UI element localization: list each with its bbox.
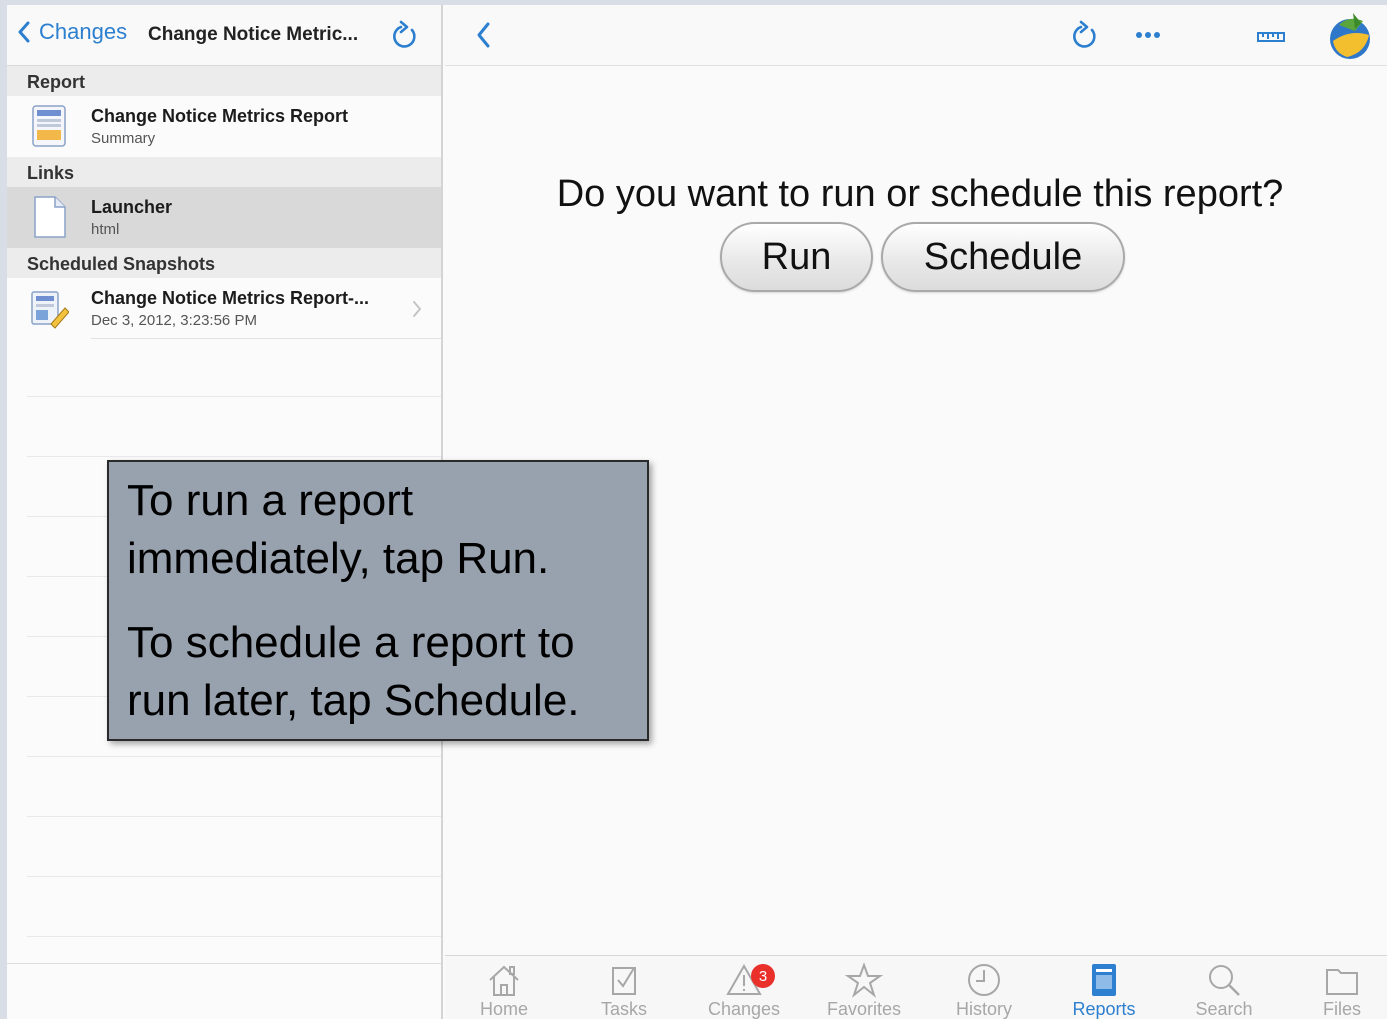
report-item-title: Change Notice Metrics Report — [91, 106, 349, 126]
clock-icon — [968, 964, 1000, 996]
refresh-icon[interactable] — [389, 19, 419, 51]
launcher-item-title: Launcher — [91, 197, 173, 217]
tab-tasks-label: Tasks — [600, 999, 647, 1019]
chevron-left-icon — [18, 21, 30, 43]
left-bottom-divider — [7, 963, 441, 964]
schedule-button[interactable]: Schedule — [881, 222, 1125, 292]
tab-history[interactable]: History — [929, 960, 1039, 1019]
tab-files[interactable]: Files — [1287, 960, 1387, 1019]
folder-icon — [1326, 969, 1358, 995]
star-icon — [844, 962, 884, 998]
snapshot-item-subtitle: Dec 3, 2012, 3:23:56 PM — [91, 312, 257, 329]
tab-reports-label: Reports — [1072, 999, 1136, 1019]
snapshot-report-icon — [31, 291, 69, 329]
run-or-schedule-prompt: Do you want to run or schedule this repo… — [556, 173, 1284, 215]
list-item-report[interactable]: Change Notice Metrics Report Summary — [7, 96, 441, 157]
app-logo-globe — [1330, 13, 1370, 59]
list-item-launcher[interactable]: Launcher html — [7, 187, 441, 248]
back-label: Changes — [39, 19, 128, 44]
tab-search-label: Search — [1195, 999, 1253, 1019]
tab-bar: Home Tasks 3 Changes Favorites History R… — [445, 955, 1387, 1019]
search-icon — [1209, 965, 1240, 996]
tab-history-label: History — [955, 999, 1012, 1019]
tab-changes[interactable]: 3 Changes — [689, 960, 799, 1019]
callout-run-text: To run a report immediately, tap Run. — [127, 476, 550, 583]
back-chevron-icon[interactable] — [475, 21, 491, 49]
tab-reports[interactable]: Reports — [1049, 960, 1159, 1019]
tab-home[interactable]: Home — [449, 960, 559, 1019]
run-button[interactable]: Run — [720, 222, 873, 292]
tab-home-label: Home — [479, 999, 528, 1019]
right-nav-bar — [445, 5, 1387, 66]
left-nav-bar: Changes Change Notice Metric... — [7, 5, 441, 66]
tab-favorites[interactable]: Favorites — [809, 960, 919, 1019]
ruler-icon[interactable] — [1257, 29, 1285, 43]
chevron-right-icon — [413, 301, 422, 317]
home-icon — [489, 965, 519, 996]
launcher-item-subtitle: html — [91, 221, 120, 238]
more-dots-icon[interactable] — [1135, 31, 1161, 39]
tab-favorites-label: Favorites — [826, 999, 902, 1019]
tasks-checkbox-icon — [612, 967, 636, 995]
callout-schedule-text: To schedule a report to run later, tap S… — [127, 618, 580, 725]
back-to-changes-button[interactable]: Changes — [17, 19, 127, 45]
section-header-snapshots: Scheduled Snapshots — [7, 248, 441, 278]
reports-icon — [1092, 964, 1116, 996]
report-document-icon — [32, 105, 66, 147]
refresh-icon[interactable] — [1069, 19, 1099, 51]
changes-badge: 3 — [751, 964, 775, 988]
tab-files-label: Files — [1322, 999, 1361, 1019]
report-item-subtitle: Summary — [91, 130, 156, 147]
tab-search[interactable]: Search — [1169, 960, 1279, 1019]
instruction-callout: To run a report immediately, tap Run. To… — [107, 460, 649, 741]
section-header-report: Report — [7, 66, 441, 96]
tab-changes-label: Changes — [707, 999, 781, 1019]
snapshot-item-title: Change Notice Metrics Report-... — [91, 288, 370, 308]
html-file-icon — [34, 196, 66, 238]
list-item-snapshot[interactable]: Change Notice Metrics Report-... Dec 3, … — [7, 278, 441, 339]
left-nav-title: Change Notice Metric... — [148, 24, 359, 45]
tab-tasks[interactable]: Tasks — [569, 960, 679, 1019]
section-header-links: Links — [7, 157, 441, 187]
